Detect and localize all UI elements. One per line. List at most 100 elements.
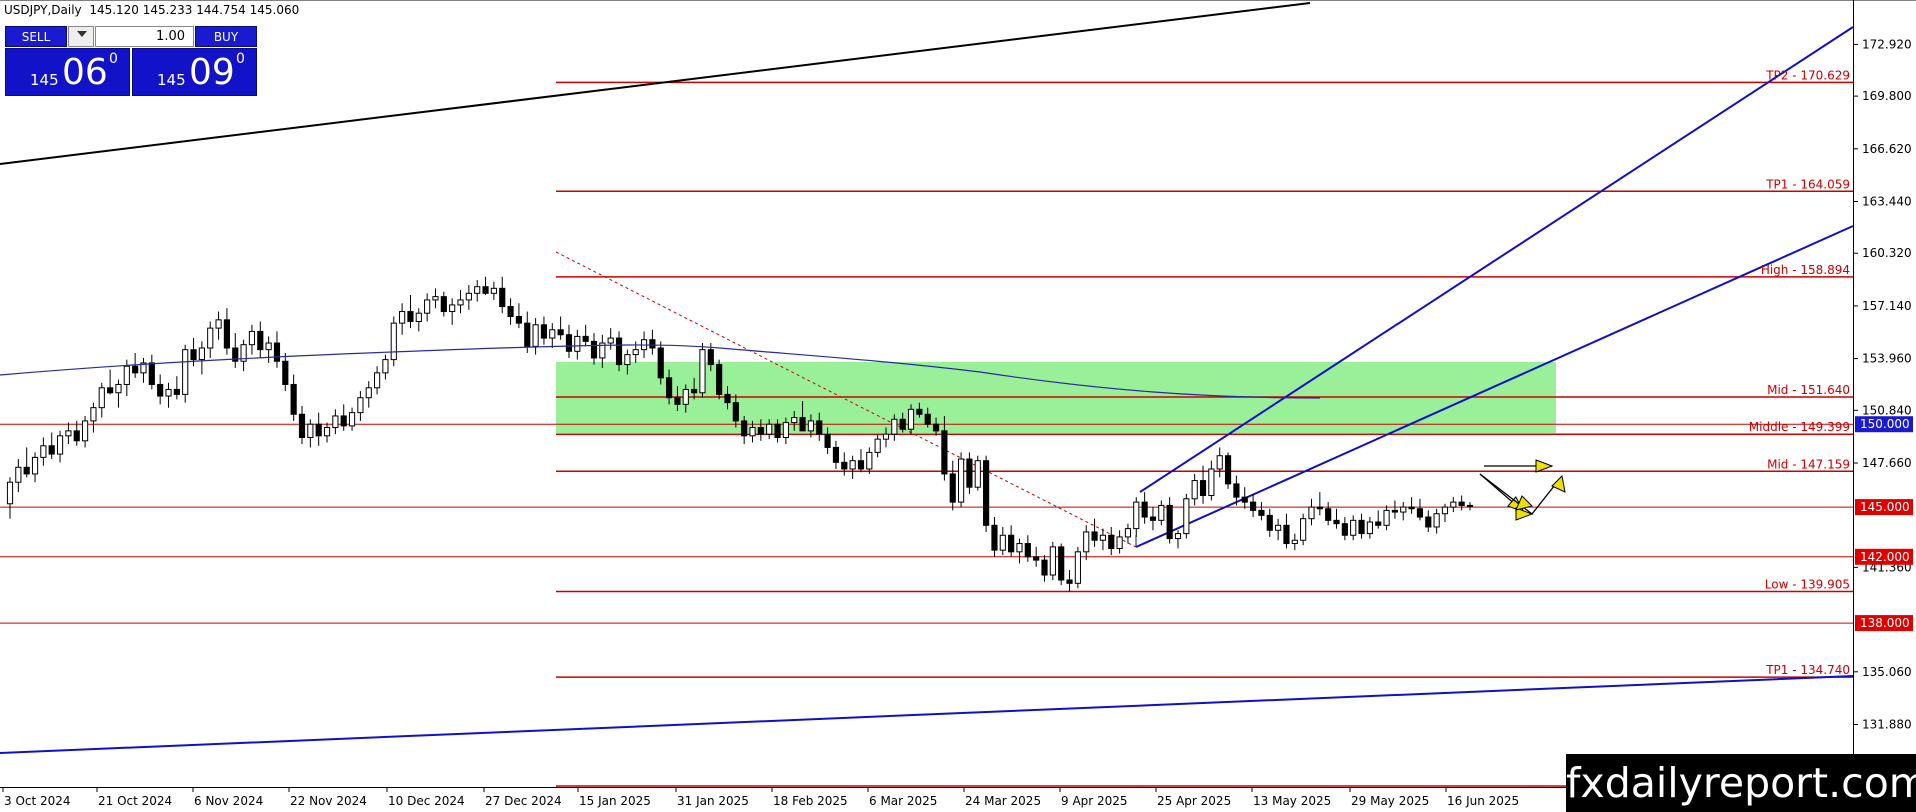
forecast-arrow-right — [1484, 459, 1554, 473]
candle — [23, 447, 30, 478]
candle — [182, 344, 189, 403]
ohlc-values: 145.120 145.233 144.754 145.060 — [89, 3, 300, 17]
one-click-trading-panel: SELL 1.00 BUY 145 06 0 145 09 0 — [5, 26, 257, 96]
buy-button[interactable]: BUY — [195, 26, 257, 47]
candle — [348, 407, 356, 431]
y-tick-label: 147.660 — [1862, 456, 1912, 470]
candle — [282, 352, 289, 392]
level-label: TP1 - 164.059 — [1765, 177, 1850, 191]
candle — [1166, 497, 1173, 544]
chevron-down-icon — [77, 31, 87, 37]
candle — [1074, 546, 1081, 589]
candle — [1049, 541, 1056, 580]
level-label: Mid - 147.159 — [1767, 457, 1850, 471]
candle — [148, 354, 155, 390]
price-chart[interactable]: 172.920 169.800 166.620 163.440 160.320 157.1… — [0, 0, 1916, 812]
candle — [173, 376, 180, 400]
candle — [298, 406, 306, 445]
candle — [1041, 555, 1048, 582]
candle — [983, 455, 990, 532]
candle — [232, 333, 239, 368]
buy-quote-fraction: 0 — [236, 51, 245, 67]
buy-quote[interactable]: 145 09 0 — [132, 48, 257, 96]
x-tick-label: 21 Oct 2024 — [98, 794, 172, 808]
candle — [90, 402, 97, 433]
candle — [590, 333, 598, 365]
price-badge: 145.000 — [1855, 499, 1913, 516]
sell-quote-fraction: 0 — [109, 51, 118, 67]
candle — [1083, 525, 1090, 561]
price-badge: 150.000 — [1855, 416, 1913, 433]
candle — [532, 318, 539, 355]
candle — [1366, 517, 1373, 539]
candle — [465, 285, 472, 310]
price-badge-label: 150.000 — [1860, 417, 1910, 431]
price-badge: 138.000 — [1855, 615, 1913, 632]
candle — [240, 339, 247, 372]
candle — [415, 308, 422, 332]
candle — [1441, 503, 1449, 522]
candle — [1425, 510, 1432, 532]
candle — [257, 321, 264, 358]
candle — [1391, 500, 1399, 519]
candle — [1141, 492, 1148, 524]
candle — [1275, 518, 1282, 541]
candle — [957, 452, 965, 508]
price-badge: 142.000 — [1855, 548, 1913, 565]
x-tick-label: 13 May 2025 — [1253, 794, 1331, 808]
y-tick-label: 169.800 — [1862, 89, 1912, 103]
sell-quote[interactable]: 145 06 0 — [5, 48, 130, 96]
candle — [966, 452, 973, 494]
candle — [1358, 513, 1365, 539]
y-tick-label: 153.960 — [1862, 352, 1912, 366]
candle — [991, 517, 998, 557]
candle — [1174, 530, 1182, 549]
x-tick-label: 25 Apr 2025 — [1157, 794, 1231, 808]
candle — [65, 422, 72, 445]
candle — [1433, 508, 1440, 534]
candle — [323, 422, 331, 443]
lot-size-input[interactable]: 1.00 — [95, 26, 194, 47]
candle — [1383, 505, 1390, 531]
candle — [1258, 502, 1265, 521]
candle — [107, 369, 114, 395]
candle — [98, 382, 105, 418]
y-tick-label: 163.440 — [1862, 195, 1912, 209]
candle — [841, 452, 848, 476]
x-tick-label: 24 Mar 2025 — [965, 794, 1041, 808]
sell-button[interactable]: SELL — [5, 26, 67, 47]
x-tick-label: 15 Jan 2025 — [579, 794, 651, 808]
candle — [449, 298, 456, 325]
candle — [248, 324, 256, 355]
candle — [1450, 497, 1457, 513]
candle — [1316, 492, 1323, 516]
candle — [140, 357, 147, 383]
candle — [81, 415, 89, 448]
candle — [48, 432, 55, 460]
x-tick-label: 3 Oct 2024 — [4, 794, 71, 808]
x-tick-label: 16 Jun 2025 — [1447, 794, 1519, 808]
watermark-logo: fxdailyreport.com — [1566, 754, 1916, 812]
candle — [499, 276, 506, 314]
price-badge-label: 142.000 — [1860, 550, 1910, 564]
level-label: Low - 139.905 — [1765, 578, 1850, 592]
level-label: Mid - 151.640 — [1767, 383, 1850, 397]
candle — [574, 329, 581, 360]
candle — [273, 331, 281, 368]
candle — [1333, 508, 1340, 529]
x-tick-label: 29 May 2025 — [1351, 794, 1429, 808]
candle — [849, 455, 856, 479]
lot-dropdown[interactable] — [68, 26, 94, 47]
candle — [515, 303, 523, 329]
candle — [56, 430, 64, 463]
buy-quote-prefix: 145 — [157, 71, 186, 89]
candle — [874, 434, 881, 458]
candle — [1016, 538, 1023, 564]
y-tick-label: 150.840 — [1862, 403, 1912, 417]
candle — [265, 336, 272, 363]
candle — [1008, 525, 1015, 557]
y-tick-label: 157.140 — [1862, 299, 1912, 313]
candle — [382, 354, 389, 380]
candle — [657, 341, 664, 385]
candle — [1133, 497, 1140, 537]
